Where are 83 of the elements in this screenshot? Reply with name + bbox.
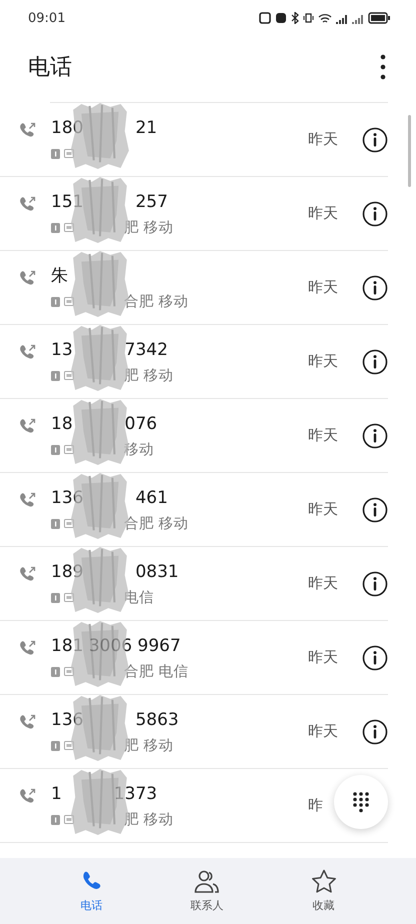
sim-card-icon (51, 592, 60, 602)
caller-number-fragment: 5863 (135, 710, 179, 730)
outgoing-call-icon (19, 196, 36, 213)
caller-number-fragment: 136 (51, 710, 84, 730)
info-icon[interactable] (362, 274, 388, 300)
call-date: 昨天 (308, 426, 339, 445)
caller-number-fragment: 21 (135, 118, 158, 138)
caller-location: 肥 移动 (124, 367, 174, 385)
call-date: 昨天 (308, 204, 339, 223)
caller-number-fragment: 18 (51, 414, 73, 434)
outgoing-call-icon (19, 566, 36, 583)
outgoing-call-icon (19, 344, 36, 361)
caller-number-fragment: 076 (124, 414, 158, 434)
scrollbar (408, 115, 411, 187)
caller-number-fragment: 7342 (124, 340, 168, 360)
sim-card-icon (51, 814, 60, 824)
nav-tab[interactable]: 联系人 (184, 868, 230, 914)
caller-number-fragment: 189 (51, 562, 84, 582)
caller-location: 肥 移动 (124, 219, 174, 237)
caller-number-fragment: 136 (51, 488, 84, 508)
battery-icon (368, 12, 390, 24)
sim-card-icon (51, 148, 60, 158)
call-date: 昨天 (308, 278, 339, 297)
caller-number-fragment: 257 (135, 192, 168, 212)
caller-number-fragment: 1373 (114, 784, 158, 804)
caller-number-fragment: 朱 (51, 265, 68, 287)
sim-card-icon (51, 370, 60, 380)
outgoing-call-icon (19, 418, 36, 435)
outgoing-call-icon (19, 640, 36, 657)
call-date: 昨 (308, 796, 324, 815)
contacts-icon (194, 870, 220, 894)
info-icon[interactable] (362, 718, 388, 744)
info-icon[interactable] (362, 200, 388, 226)
call-date: 昨天 (308, 574, 339, 593)
page-title: 电话 (28, 54, 72, 82)
star-icon (310, 869, 336, 894)
status-time: 09:01 (28, 10, 66, 26)
call-date: 昨天 (308, 352, 339, 371)
caller-location: 合肥 移动 (124, 515, 189, 533)
caller-number-fragment: 151 (51, 192, 84, 212)
wifi-icon (318, 12, 332, 24)
nav-tab[interactable]: 收藏 (304, 867, 342, 915)
dialpad-button[interactable] (334, 775, 388, 829)
caller-location: 移动 (124, 441, 154, 459)
sim-card-icon (51, 444, 60, 454)
call-date: 昨天 (308, 648, 339, 667)
nav-tab[interactable]: 电话 (74, 868, 110, 914)
caller-number-fragment: 181 3006 9967 (51, 636, 181, 656)
info-icon[interactable] (362, 644, 388, 670)
caller-location: 肥 移动 (124, 737, 174, 755)
caller-number-fragment: 0831 (135, 562, 179, 582)
info-icon[interactable] (362, 570, 388, 596)
caller-location: 电信 (124, 589, 154, 607)
call-date: 昨天 (308, 722, 339, 741)
signal-icon (336, 12, 348, 24)
caller-number-fragment: 461 (135, 488, 168, 508)
info-icon[interactable] (362, 496, 388, 522)
caller-number-fragment: 1 (51, 784, 62, 804)
bluetooth-icon (291, 12, 299, 24)
outgoing-call-icon (19, 714, 36, 731)
call-date: 昨天 (308, 130, 339, 149)
dialpad-icon (352, 791, 370, 813)
sim-card-icon (51, 518, 60, 528)
sim-card-icon (51, 740, 60, 750)
outgoing-call-icon (19, 270, 36, 287)
signal-icon (352, 12, 364, 24)
info-icon[interactable] (362, 126, 388, 152)
sim-card-icon (51, 222, 60, 232)
sim-card-icon (51, 666, 60, 676)
call-date: 昨天 (308, 500, 339, 519)
outgoing-call-icon (19, 122, 36, 139)
outgoing-call-icon (19, 788, 36, 805)
info-icon[interactable] (362, 422, 388, 448)
info-icon[interactable] (362, 348, 388, 374)
outgoing-call-icon (19, 492, 36, 509)
caller-number-fragment: 13 (51, 340, 73, 360)
caller-location: 合肥 电信 (124, 663, 189, 681)
caller-number-fragment: 180 (51, 118, 84, 138)
vibrate-icon (303, 12, 314, 24)
caller-location: 合肥 移动 (124, 293, 189, 311)
more-options-icon[interactable] (380, 54, 386, 80)
sim-card-icon (51, 296, 60, 306)
caller-location: 肥 移动 (124, 811, 174, 829)
